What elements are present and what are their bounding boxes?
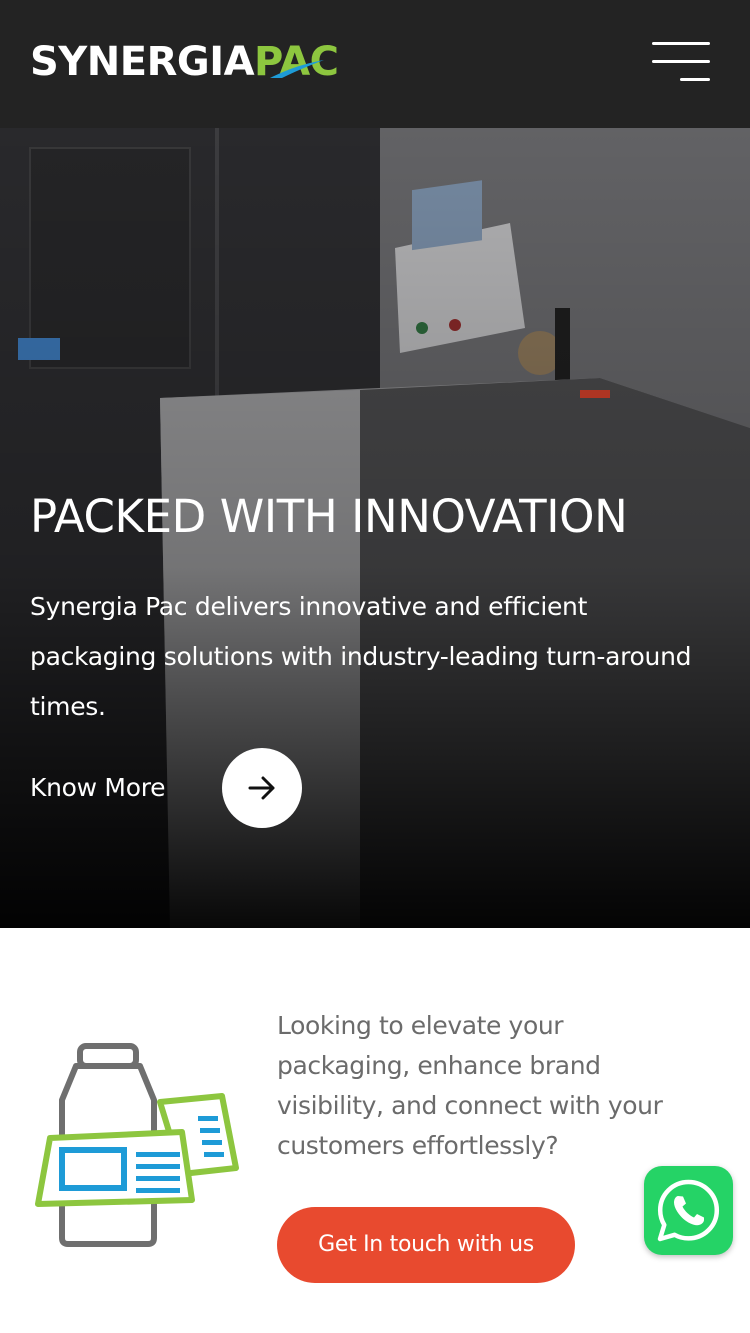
whatsapp-button[interactable]: [644, 1166, 733, 1255]
hero-section: PACKED WITH INNOVATION Synergia Pac deli…: [0, 128, 750, 928]
know-more-label: Know More: [30, 773, 166, 802]
know-more-button[interactable]: Know More: [30, 748, 310, 828]
whatsapp-icon: [657, 1179, 720, 1242]
menu-line: [652, 60, 710, 63]
cta-text: Looking to elevate your packaging, enhan…: [277, 1011, 663, 1160]
arrow-right-icon: [248, 776, 275, 800]
hero-description: Synergia Pac delivers innovative and eff…: [30, 592, 692, 721]
site-header: SYNERGIAPAC: [0, 0, 750, 128]
hamburger-menu-icon[interactable]: [646, 38, 716, 88]
get-in-touch-button[interactable]: Get In touch with us: [277, 1207, 575, 1283]
menu-line: [680, 78, 710, 81]
know-more-circle[interactable]: [222, 748, 302, 828]
menu-line: [652, 42, 710, 45]
logo-swoosh-icon: [270, 60, 324, 78]
logo-word-synergia: SYNERGIA: [30, 39, 255, 85]
hero-title: PACKED WITH INNOVATION: [30, 490, 628, 543]
bottle-label-icon: [35, 1043, 239, 1247]
site-logo[interactable]: SYNERGIAPAC: [30, 40, 392, 84]
